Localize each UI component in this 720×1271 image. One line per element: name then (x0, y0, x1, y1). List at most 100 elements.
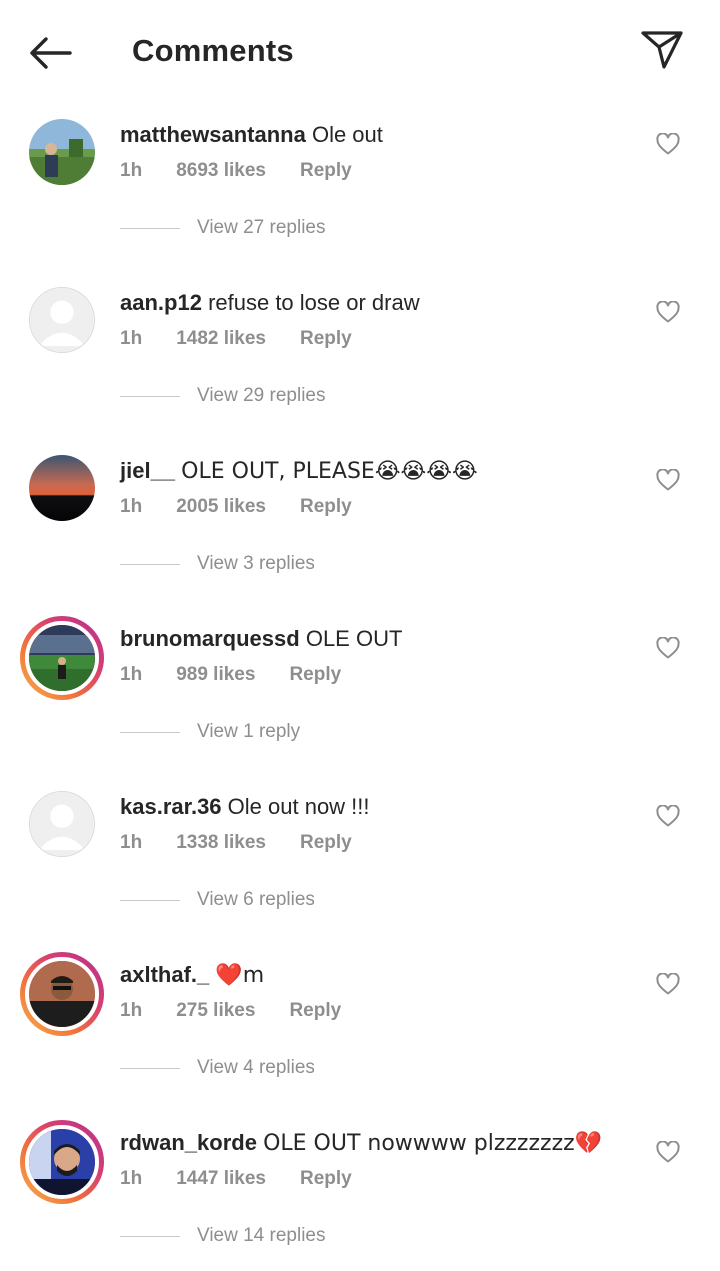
avatar[interactable] (20, 110, 104, 194)
like-button[interactable] (652, 296, 684, 328)
like-button[interactable] (652, 632, 684, 664)
view-replies-button[interactable]: View 1 reply (120, 718, 300, 746)
view-replies-label: View 27 replies (197, 217, 326, 238)
view-replies-button[interactable]: View 3 replies (120, 550, 315, 578)
comment-likes[interactable]: 1482 likes (176, 328, 266, 350)
avatar-story-ring[interactable] (20, 616, 104, 700)
heart-icon (656, 973, 680, 995)
reply-button[interactable]: Reply (300, 328, 352, 350)
comment-likes[interactable]: 1338 likes (176, 832, 266, 854)
reply-button[interactable]: Reply (300, 160, 352, 182)
divider-line (120, 1235, 180, 1237)
comment-likes[interactable]: 8693 likes (176, 160, 266, 182)
reply-button[interactable]: Reply (300, 496, 352, 518)
comment-username[interactable]: jiel__ (120, 458, 175, 483)
comment-time: 1h (120, 1000, 143, 1021)
view-replies-label: View 6 replies (197, 889, 315, 910)
view-replies-label: View 29 replies (197, 385, 326, 406)
reply-button[interactable]: Reply (289, 1000, 341, 1022)
comment-likes[interactable]: 989 likes (176, 664, 255, 686)
avatar[interactable] (20, 782, 104, 866)
heart-icon (656, 469, 680, 491)
comment-text: kas.rar.36 Ole out now !!! (120, 794, 370, 820)
view-replies-label: View 3 replies (197, 553, 315, 574)
comment-meta: 1h 275 likes Reply (120, 1000, 341, 1022)
heart-icon (656, 133, 680, 155)
comment-item: aan.p12 refuse to lose or draw 1h 1482 li… (0, 278, 720, 446)
back-button[interactable] (22, 28, 78, 78)
view-replies-button[interactable]: View 14 replies (120, 1222, 326, 1250)
comment-body: OLE OUT (305, 626, 403, 651)
comment-item: brunomarquessd OLE OUT 1h 989 likes Reply … (0, 614, 720, 782)
comment-username[interactable]: brunomarquessd (120, 626, 300, 651)
avatar[interactable] (20, 278, 104, 362)
default-avatar-icon (30, 288, 94, 352)
default-avatar-icon (30, 792, 94, 856)
comment-time: 1h (120, 160, 143, 181)
comment-username[interactable]: aan.p12 (120, 290, 202, 315)
comment-item: jiel__ OLE OUT, PLEASE😭😭😭😭 1h 2005 likes R… (0, 446, 720, 614)
heart-icon (656, 1141, 680, 1163)
comment-username[interactable]: kas.rar.36 (120, 794, 222, 819)
divider-line (120, 1067, 180, 1069)
comment-username[interactable]: matthewsantanna (120, 122, 306, 147)
heart-icon (656, 805, 680, 827)
comment-text: rdwan_korde OLE OUT nowwww plzzzzzzz💔 (120, 1130, 602, 1156)
avatar-story-ring[interactable] (20, 1120, 104, 1204)
avatar-photo (29, 625, 95, 691)
like-button[interactable] (652, 800, 684, 832)
like-button[interactable] (652, 968, 684, 1000)
like-button[interactable] (652, 464, 684, 496)
view-replies-button[interactable]: View 29 replies (120, 382, 326, 410)
divider-line (120, 899, 180, 901)
divider-line (120, 395, 180, 397)
comment-body: Ole out now !!! (227, 794, 370, 819)
divider-line (120, 227, 180, 229)
send-icon (641, 31, 683, 69)
comment-text: aan.p12 refuse to lose or draw (120, 290, 420, 316)
avatar-photo (29, 1129, 95, 1195)
comment-item: axlthaf._ ❤️m 1h 275 likes Reply View 4 re… (0, 950, 720, 1118)
comment-body: ❤️m (215, 963, 265, 988)
comment-time: 1h (120, 832, 143, 853)
comment-meta: 1h 1338 likes Reply (120, 832, 352, 854)
send-button[interactable] (634, 24, 690, 76)
avatar-photo (29, 961, 95, 1027)
like-button[interactable] (652, 128, 684, 160)
divider-line (120, 563, 180, 565)
comment-text: axlthaf._ ❤️m (120, 962, 264, 988)
comment-likes[interactable]: 275 likes (176, 1000, 255, 1022)
comment-item: matthewsantanna Ole out 1h 8693 likes Repl… (0, 110, 720, 278)
comment-likes[interactable]: 1447 likes (176, 1168, 266, 1190)
header-bar: Comments (0, 0, 720, 104)
avatar-story-ring[interactable] (20, 952, 104, 1036)
like-button[interactable] (652, 1136, 684, 1168)
view-replies-label: View 14 replies (197, 1225, 326, 1246)
comment-time: 1h (120, 496, 143, 517)
avatar-photo (29, 455, 95, 521)
comment-meta: 1h 8693 likes Reply (120, 160, 352, 182)
comment-body: refuse to lose or draw (208, 290, 420, 315)
comment-meta: 1h 1482 likes Reply (120, 328, 352, 350)
comment-item: rdwan_korde OLE OUT nowwww plzzzzzzz💔 1h… (0, 1118, 720, 1271)
view-replies-button[interactable]: View 27 replies (120, 214, 326, 242)
comment-username[interactable]: axlthaf._ (120, 962, 209, 987)
comment-meta: 1h 1447 likes Reply (120, 1168, 352, 1190)
comment-username[interactable]: rdwan_korde (120, 1130, 257, 1155)
divider-line (120, 731, 180, 733)
reply-button[interactable]: Reply (300, 1168, 352, 1190)
comment-body: OLE OUT, PLEASE😭😭😭😭 (181, 459, 478, 484)
comment-body: Ole out (311, 122, 383, 147)
avatar-photo (29, 119, 95, 185)
view-replies-label: View 1 reply (197, 721, 301, 742)
reply-button[interactable]: Reply (300, 832, 352, 854)
avatar[interactable] (20, 446, 104, 530)
view-replies-button[interactable]: View 6 replies (120, 886, 315, 914)
view-replies-button[interactable]: View 4 replies (120, 1054, 315, 1082)
comment-meta: 1h 2005 likes Reply (120, 496, 352, 518)
reply-button[interactable]: Reply (289, 664, 341, 686)
comment-likes[interactable]: 2005 likes (176, 496, 266, 518)
heart-icon (656, 301, 680, 323)
comment-text: brunomarquessd OLE OUT (120, 626, 402, 652)
comment-time: 1h (120, 664, 143, 685)
